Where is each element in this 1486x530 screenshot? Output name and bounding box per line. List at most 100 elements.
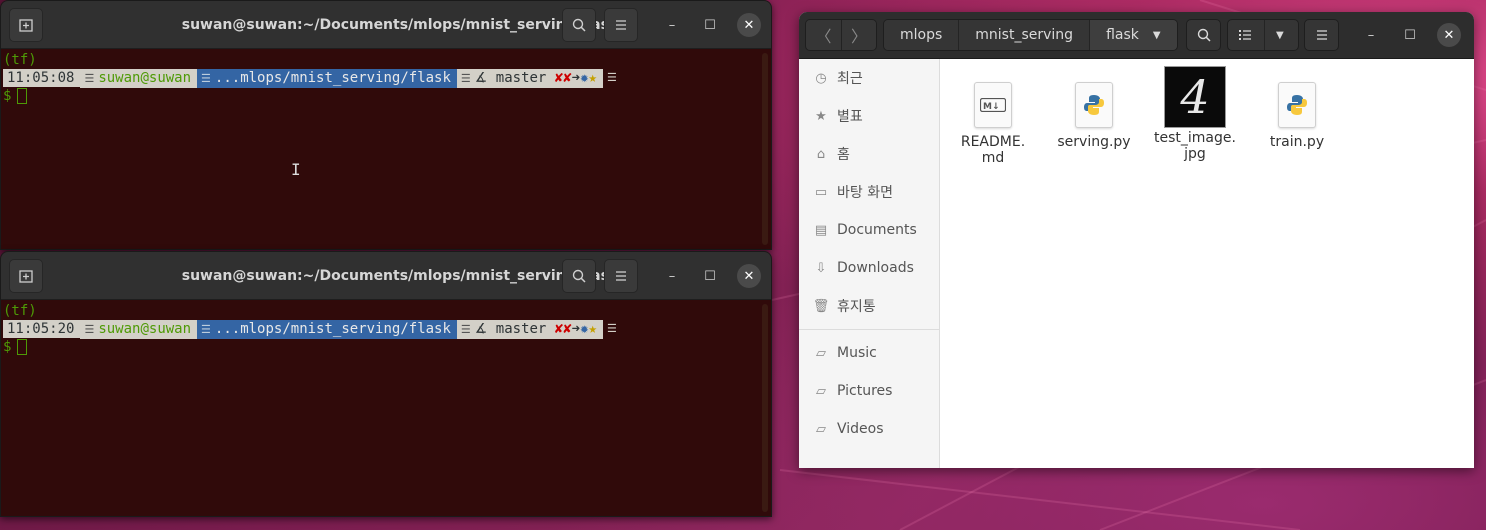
sidebar-item-label: 홈 — [837, 147, 850, 163]
segment-separator-icon: ☰ — [460, 322, 471, 336]
trash-icon: 🗑 — [812, 298, 830, 314]
scrollbar[interactable] — [762, 304, 768, 512]
sidebar-item-label: 별표 — [837, 109, 863, 125]
terminal-window-bottom[interactable]: suwan@suwan:~/Documents/mlops/mnist_serv… — [0, 251, 772, 517]
svg-text:M↓: M↓ — [983, 102, 1000, 112]
clock-icon: ◷ — [815, 70, 827, 86]
prompt-time: 11:05:08 — [3, 69, 81, 87]
sidebar-item-starred[interactable]: ★ 별표 — [799, 97, 939, 135]
git-stash-icon: ★ — [588, 69, 597, 86]
git-unstaged-icon: ✘ — [554, 320, 564, 337]
close-button[interactable]: ✕ — [1437, 23, 1461, 47]
chevron-left-icon: 〈 — [815, 27, 832, 46]
close-icon: ✕ — [743, 17, 755, 33]
sidebar-divider — [799, 329, 939, 330]
terminal-headerbar[interactable]: suwan@suwan:~/Documents/mlops/mnist_serv… — [1, 252, 771, 300]
terminal-headerbar[interactable]: suwan@suwan:~/Documents/mlops/mnist_serv… — [1, 1, 771, 49]
search-button[interactable] — [562, 8, 596, 42]
sidebar-item-recent[interactable]: ◷ 최근 — [799, 59, 939, 97]
file-name: test_image. — [1154, 130, 1236, 146]
file-manager-headerbar[interactable]: 〈 〉 mlops mnist_serving flask ▼ ▼ – ☐ ✕ — [799, 12, 1474, 59]
text-cursor — [17, 88, 28, 104]
sidebar-item-downloads[interactable]: ⇩ Downloads — [799, 249, 939, 287]
file-name: train.py — [1269, 134, 1325, 150]
scrollbar[interactable] — [762, 53, 768, 245]
minimize-icon: – — [668, 268, 676, 284]
sidebar-item-label: Documents — [837, 222, 917, 238]
document-icon: ▤ — [814, 222, 828, 238]
back-button[interactable]: 〈 — [806, 20, 841, 50]
window-title: suwan@suwan:~/Documents/mlops/mnist_serv… — [181, 267, 619, 284]
sidebar-item-home[interactable]: ⌂ 홈 — [799, 135, 939, 173]
sidebar-item-desktop[interactable]: ▭ 바탕 화면 — [799, 173, 939, 211]
minimize-button[interactable]: – — [1359, 23, 1383, 47]
file-view[interactable]: M↓ README. md serving.py 4 test_image. j… — [940, 59, 1474, 468]
breadcrumb-mnist-serving[interactable]: mnist_serving — [958, 20, 1090, 50]
search-icon — [572, 269, 586, 283]
search-icon — [1197, 28, 1211, 42]
git-branch-name: master — [495, 69, 547, 86]
close-button[interactable]: ✕ — [737, 264, 761, 288]
segment-end-icon: ☰ — [606, 71, 617, 84]
command-line[interactable]: $ — [3, 338, 769, 356]
prompt-path: ...mlops/mnist_serving/flask — [214, 69, 451, 86]
sidebar-item-music[interactable]: ▱ Music — [799, 334, 939, 372]
caret-down-icon: ▼ — [1276, 29, 1284, 41]
menu-button[interactable] — [604, 259, 638, 293]
sidebar-item-trash[interactable]: 🗑 휴지통 — [799, 287, 939, 325]
maximize-icon: ☐ — [704, 268, 716, 284]
conda-env-label: (tf) — [3, 303, 37, 319]
breadcrumb-mlops[interactable]: mlops — [884, 20, 959, 50]
file-item-readme[interactable]: M↓ README. md — [943, 82, 1043, 166]
home-icon: ⌂ — [816, 146, 826, 162]
maximize-button[interactable]: ☐ — [1398, 23, 1422, 47]
segment-separator-icon: ☰ — [460, 71, 471, 85]
sidebar-item-documents[interactable]: ▤ Documents — [799, 211, 939, 249]
file-name-continued: md — [981, 150, 1005, 166]
file-name: serving.py — [1057, 134, 1131, 150]
file-manager-window[interactable]: 〈 〉 mlops mnist_serving flask ▼ ▼ – ☐ ✕ ◷… — [799, 12, 1474, 468]
file-item-train-py[interactable]: train.py — [1247, 82, 1347, 150]
forward-button[interactable]: 〉 — [841, 20, 876, 50]
mouse-ibeam-cursor-icon: I — [291, 160, 301, 179]
sidebar-item-videos[interactable]: ▱ Videos — [799, 410, 939, 448]
git-staged-icon: ✘ — [563, 320, 572, 337]
new-tab-button[interactable] — [9, 259, 43, 293]
terminal-content[interactable]: (tf) 11:05:08 ☰ suwan@suwan ☰ ...mlops/mnist… — [1, 49, 771, 249]
folder-icon: ▱ — [816, 421, 826, 437]
segment-end-icon: ☰ — [606, 322, 617, 335]
terminal-window-top[interactable]: suwan@suwan:~/Documents/mlops/mnist_serv… — [0, 0, 772, 250]
hamburger-icon — [616, 271, 626, 281]
terminal-content[interactable]: (tf) 11:05:20 ☰ suwan@suwan ☰ ...mlops/mnist… — [1, 300, 771, 516]
segment-separator-icon: ☰ — [84, 71, 95, 85]
hamburger-icon — [1316, 30, 1327, 40]
minimize-button[interactable]: – — [660, 13, 684, 37]
view-toggle-button[interactable]: ▼ — [1227, 19, 1299, 51]
search-button[interactable] — [1186, 19, 1221, 51]
search-button[interactable] — [562, 259, 596, 293]
menu-button[interactable] — [1304, 19, 1339, 51]
maximize-button[interactable]: ☐ — [698, 13, 722, 37]
new-tab-button[interactable] — [9, 8, 43, 42]
sidebar-item-label: Downloads — [837, 260, 914, 276]
command-line[interactable]: $ — [3, 87, 769, 105]
places-sidebar: ◷ 최근 ★ 별표 ⌂ 홈 ▭ 바탕 화면 ▤ Documents ⇩ Downloads … — [799, 59, 940, 468]
segment-separator-icon: ☰ — [201, 71, 211, 85]
minimize-icon: – — [1367, 27, 1375, 43]
breadcrumb-flask[interactable]: flask ▼ — [1089, 20, 1177, 50]
maximize-button[interactable]: ☐ — [698, 264, 722, 288]
file-item-serving-py[interactable]: serving.py — [1044, 82, 1144, 150]
minimize-icon: – — [668, 17, 676, 33]
prompt-line: 11:05:20 ☰ suwan@suwan ☰ ...mlops/mnist_serv… — [3, 319, 769, 339]
menu-button[interactable] — [604, 8, 638, 42]
prompt-user: suwan@suwan — [98, 69, 192, 86]
list-view-icon — [1239, 30, 1251, 40]
sidebar-item-pictures[interactable]: ▱ Pictures — [799, 372, 939, 410]
breadcrumb-label: flask — [1106, 27, 1139, 43]
file-item-test-image[interactable]: 4 test_image. jpg — [1145, 66, 1245, 162]
close-button[interactable]: ✕ — [737, 13, 761, 37]
minimize-button[interactable]: – — [660, 264, 684, 288]
maximize-icon: ☐ — [704, 17, 716, 33]
file-name: README. — [960, 134, 1026, 150]
thumbnail-digit: 4 — [1180, 70, 1210, 124]
